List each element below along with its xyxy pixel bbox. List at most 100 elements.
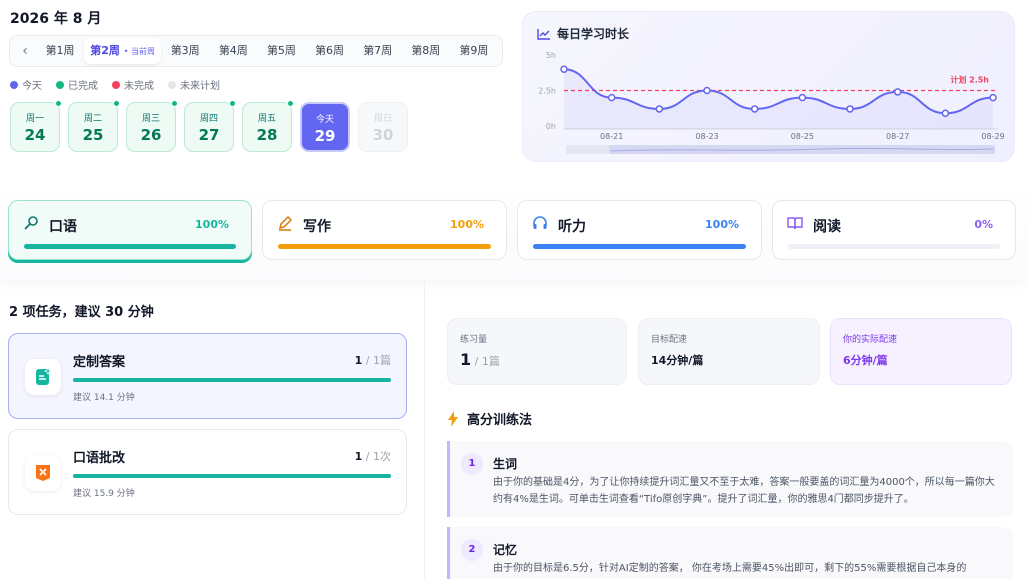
- daily-study-chart-card: 每日学习时长 0h 2.5h 5h 计划 2.5h 08-21 08-23 08-25 08-…: [522, 11, 1015, 162]
- tab-week-7[interactable]: 第7周: [354, 38, 402, 64]
- column-divider: [424, 280, 425, 579]
- daily-study-line-chart: 0h 2.5h 5h 计划 2.5h 08-21 08-23 08-25 08-27 08-29: [538, 51, 1005, 154]
- stat-label: 练习量: [460, 335, 488, 345]
- subject-card-writing[interactable]: 写作 100%: [262, 200, 507, 260]
- method-desc: 由于你的目标是6.5分，针对AI定制的答案， 你在考场上需要45%出即可，剩下的…: [493, 563, 967, 574]
- day-date: 25: [82, 126, 104, 144]
- day-name: 周二: [83, 114, 102, 124]
- data-point: [703, 86, 711, 95]
- data-point: [607, 93, 616, 102]
- data-point: [560, 65, 568, 73]
- method-section-title: 高分训练法: [447, 409, 532, 428]
- day-name: 周五: [257, 114, 276, 124]
- tasks-title: 2 项任务，建议 30 分钟: [9, 305, 154, 320]
- day-cell-tue[interactable]: 周二 25: [68, 100, 120, 152]
- month-title: 2026 年 8 月: [10, 11, 102, 27]
- subject-percent: 0%: [974, 218, 993, 231]
- headphones-icon: [532, 215, 548, 235]
- done-badge: [113, 100, 120, 107]
- x-tick-label: 08-25: [791, 132, 814, 141]
- subject-progress-track: [24, 244, 236, 249]
- subject-name: 阅读: [813, 219, 841, 235]
- lightning-icon: [448, 410, 458, 427]
- legend-undone: 未完成: [112, 77, 154, 92]
- day-cell-wed[interactable]: 周三 26: [126, 100, 178, 152]
- day-date: 24: [24, 126, 46, 144]
- day-legend: 今天 已完成 未完成 未来计划: [10, 77, 220, 92]
- series-area: [564, 69, 993, 129]
- tab-week-8[interactable]: 第8周: [402, 38, 450, 64]
- tab-week-5[interactable]: 第5周: [257, 38, 305, 64]
- method-number: 1: [461, 453, 483, 475]
- method-name: 记忆: [493, 543, 518, 557]
- done-badge: [229, 100, 236, 107]
- y-tick-label: 2.5h: [538, 87, 556, 96]
- current-week-marker: • 当前周: [123, 47, 155, 56]
- stat-value: 6分钟/篇: [843, 354, 888, 367]
- stat-value: 14分钟/篇: [651, 354, 704, 367]
- subject-percent: 100%: [705, 218, 739, 231]
- legend-dot-done: [56, 80, 64, 89]
- subject-name: 口语: [49, 219, 77, 235]
- tab-week-3[interactable]: 第3周: [161, 38, 209, 64]
- day-name: 今天: [315, 115, 334, 125]
- tab-week-1[interactable]: 第1周: [36, 38, 84, 64]
- data-point: [941, 109, 950, 117]
- data-point: [893, 88, 902, 96]
- subject-progress-fill: [533, 244, 746, 249]
- data-point: [750, 105, 759, 113]
- method-name: 生词: [493, 457, 518, 471]
- subject-card-listening[interactable]: 听力 100%: [517, 200, 762, 260]
- chevron-left-icon[interactable]: ‹: [14, 43, 36, 59]
- subject-card-reading[interactable]: 阅读 0%: [772, 200, 1016, 260]
- pencil-icon: [277, 215, 293, 235]
- plan-label: 计划 2.5h: [950, 75, 989, 85]
- task-progress-bar: [73, 474, 391, 478]
- subject-name: 写作: [303, 219, 331, 235]
- day-cell-sun[interactable]: 周日 30: [358, 102, 408, 152]
- legend-dot-undone: [112, 80, 120, 89]
- task-card-speaking-review[interactable]: 口语批改 1 / 1次 建议 15.9 分钟: [8, 429, 407, 515]
- data-point: [846, 105, 854, 113]
- legend-dot-future: [168, 80, 176, 89]
- y-tick-label: 0h: [546, 122, 556, 131]
- flag-icon: [25, 455, 61, 491]
- tab-week-9[interactable]: 第9周: [450, 38, 498, 64]
- data-point: [655, 105, 664, 113]
- stat-practice-volume: 练习量 1 / 1篇: [447, 318, 627, 385]
- day-cell-mon[interactable]: 周一 24: [10, 100, 62, 152]
- subject-percent: 100%: [195, 218, 229, 231]
- task-card-custom-answer[interactable]: 定制答案 1 / 1篇 建议 14.1 分钟: [8, 333, 407, 419]
- day-name: 周四: [199, 114, 218, 124]
- stat-value: 1 / 1篇: [460, 350, 500, 369]
- tab-week-4[interactable]: 第4周: [209, 38, 257, 64]
- task-hint: 建议 14.1 分钟: [73, 393, 135, 403]
- day-date: 27: [198, 126, 220, 144]
- day-cell-thu[interactable]: 周四 27: [184, 100, 236, 152]
- subject-card-speaking[interactable]: 口语 100%: [8, 200, 252, 260]
- legend-done: 已完成: [56, 77, 98, 92]
- day-cell-today[interactable]: 今天 29: [300, 102, 350, 152]
- subject-progress-track: [278, 244, 491, 249]
- done-badge: [287, 100, 294, 107]
- microphone-icon: [23, 215, 39, 235]
- tab-week-2-label: 第2周: [90, 44, 120, 57]
- day-cell-fri[interactable]: 周五 28: [242, 100, 294, 152]
- method-item-vocabulary: 1 生词 由于你的基础是4分，为了让你持续提升词汇量又不至于太难，答案一般要盖的…: [447, 441, 1013, 517]
- method-desc: 由于你的基础是4分，为了让你持续提升词汇量又不至于太难，答案一般要盖的词汇量为4…: [493, 477, 995, 505]
- subject-progress-track: [788, 244, 1000, 249]
- x-tick-label: 08-29: [981, 132, 1004, 141]
- subject-progress-fill: [24, 244, 236, 249]
- stat-actual-pace: 你的实际配速 6分钟/篇: [830, 318, 1012, 385]
- task-hint: 建议 15.9 分钟: [73, 489, 135, 499]
- stat-label: 你的实际配速: [843, 335, 898, 345]
- day-name: 周日: [373, 114, 392, 124]
- tab-week-6[interactable]: 第6周: [306, 38, 354, 64]
- tab-week-2[interactable]: 第2周 • 当前周: [84, 38, 162, 64]
- week-selector: ‹ 第1周 第2周 • 当前周 第3周 第4周 第5周 第6周 第7周 第8周 …: [9, 35, 503, 67]
- stat-label: 目标配速: [651, 335, 688, 345]
- done-badge: [55, 100, 62, 107]
- stat-target-pace: 目标配速 14分钟/篇: [638, 318, 820, 385]
- document-icon: [25, 359, 61, 395]
- data-point: [798, 93, 807, 102]
